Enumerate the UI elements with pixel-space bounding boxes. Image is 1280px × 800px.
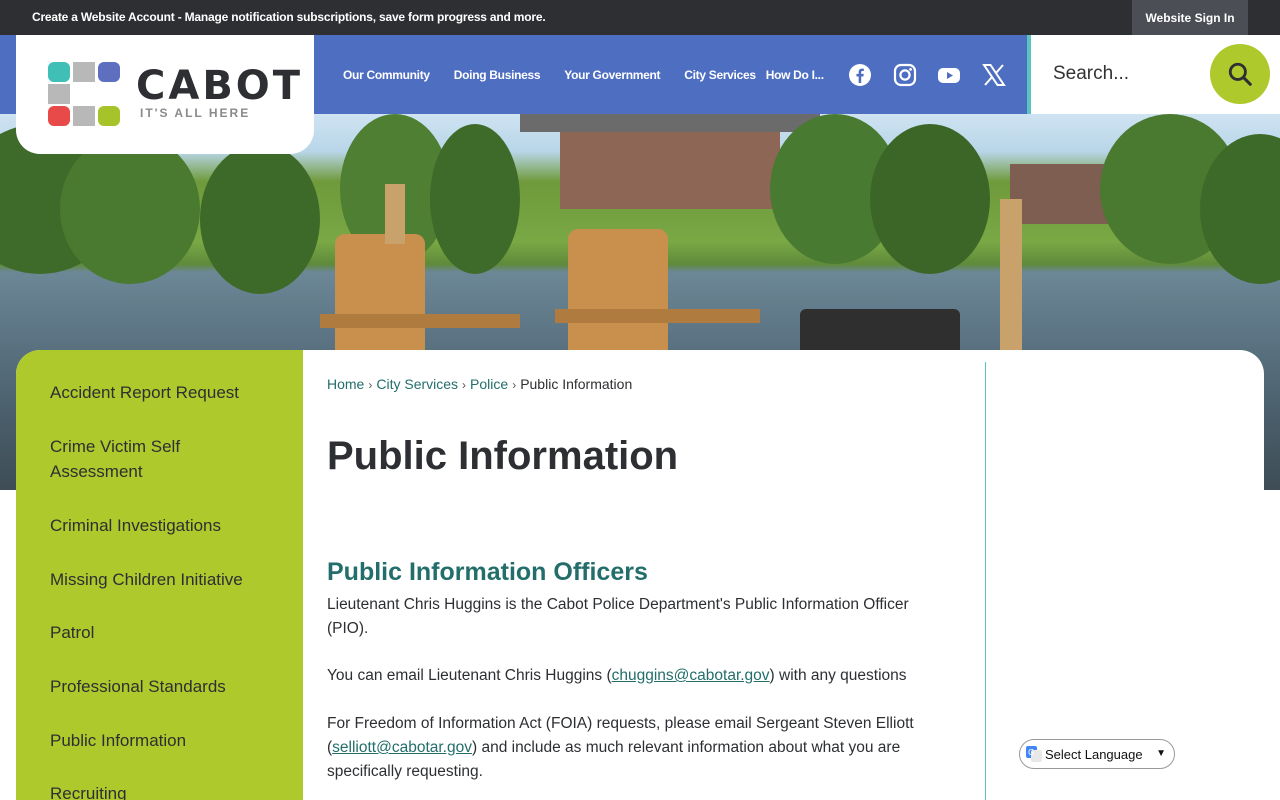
sidebar-item-professional-standards[interactable]: Professional Standards [50,674,270,699]
email-paragraph: You can email Lieutenant Chris Huggins (… [327,664,947,688]
main-nav: Our Community Doing Business Your Govern… [343,35,826,114]
breadcrumb-current: Public Information [520,376,633,392]
nav-our-community[interactable]: Our Community [343,68,430,82]
facebook-icon[interactable] [848,63,872,87]
sidebar-item-accident-report-request[interactable]: Accident Report Request [50,380,270,405]
sidebar-item-public-information[interactable]: Public Information [50,728,270,753]
sidebar-item-recruiting[interactable]: Recruiting [50,781,270,800]
breadcrumb-city-services-link[interactable]: City Services [376,376,458,392]
email-text-before: You can email Lieutenant Chris Huggins ( [327,667,612,684]
youtube-icon[interactable] [937,63,961,87]
chuggins-email-link[interactable]: chuggins@cabotar.gov [612,667,770,684]
select-language-dropdown[interactable]: G Select Language ▼ [1019,739,1175,769]
chevron-down-icon: ▼ [1156,748,1166,759]
google-translate-icon: G [1026,746,1042,762]
search-input[interactable] [1053,57,1203,91]
sidebar-item-missing-children-initiative[interactable]: Missing Children Initiative [50,567,290,592]
breadcrumb-separator: › [512,378,517,392]
sidebar-nav: Accident Report Request Crime Victim Sel… [16,350,303,800]
search-icon [1228,62,1252,86]
top-bar: Create a Website Account - Manage notifi… [0,0,1280,35]
instagram-icon[interactable] [893,63,917,87]
logo-link[interactable]: CABOT IT'S ALL HERE [16,35,314,154]
sidebar-item-criminal-investigations[interactable]: Criminal Investigations [50,513,270,538]
website-sign-in-button[interactable]: Website Sign In [1132,0,1248,35]
breadcrumb-police-link[interactable]: Police [470,376,508,392]
breadcrumb: Home › City Services › Police › Public Informa… [327,376,632,392]
nav-doing-business[interactable]: Doing Business [454,68,541,82]
sidebar-item-crime-victim-self-assessment[interactable]: Crime Victim Self Assessment [50,434,230,484]
section-heading: Public Information Officers [327,558,648,586]
nav-city-services[interactable]: City Services [684,68,756,82]
page-title: Public Information [327,434,679,478]
search-button[interactable] [1210,44,1270,104]
breadcrumb-separator: › [368,378,373,392]
selliott-email-link[interactable]: selliott@cabotar.gov [332,739,472,756]
select-language-label: Select Language [1045,746,1143,762]
email-text-after: ) with any questions [769,667,907,684]
search-bar [1027,35,1280,114]
cabot-logo-icon [48,62,120,126]
logo-wordmark: CABOT [136,63,304,109]
x-twitter-icon[interactable] [982,63,1006,87]
pio-paragraph: Lieutenant Chris Huggins is the Cabot Po… [327,596,909,637]
content-card: Accident Report Request Crime Victim Sel… [16,350,1264,800]
breadcrumb-separator: › [462,378,467,392]
sidebar-item-patrol[interactable]: Patrol [50,620,270,645]
logo-tagline: IT'S ALL HERE [140,106,251,120]
svg-text:G: G [1028,748,1034,757]
nav-your-government[interactable]: Your Government [564,68,660,82]
main-content: Home › City Services › Police › Public Informa… [327,350,967,800]
account-banner-link[interactable]: Create a Website Account - Manage notifi… [32,10,546,24]
foia-paragraph: For Freedom of Information Act (FOIA) re… [327,712,947,784]
breadcrumb-home-link[interactable]: Home [327,376,364,392]
nav-how-do-i[interactable]: How Do I... [766,68,826,82]
content-divider [985,362,986,800]
